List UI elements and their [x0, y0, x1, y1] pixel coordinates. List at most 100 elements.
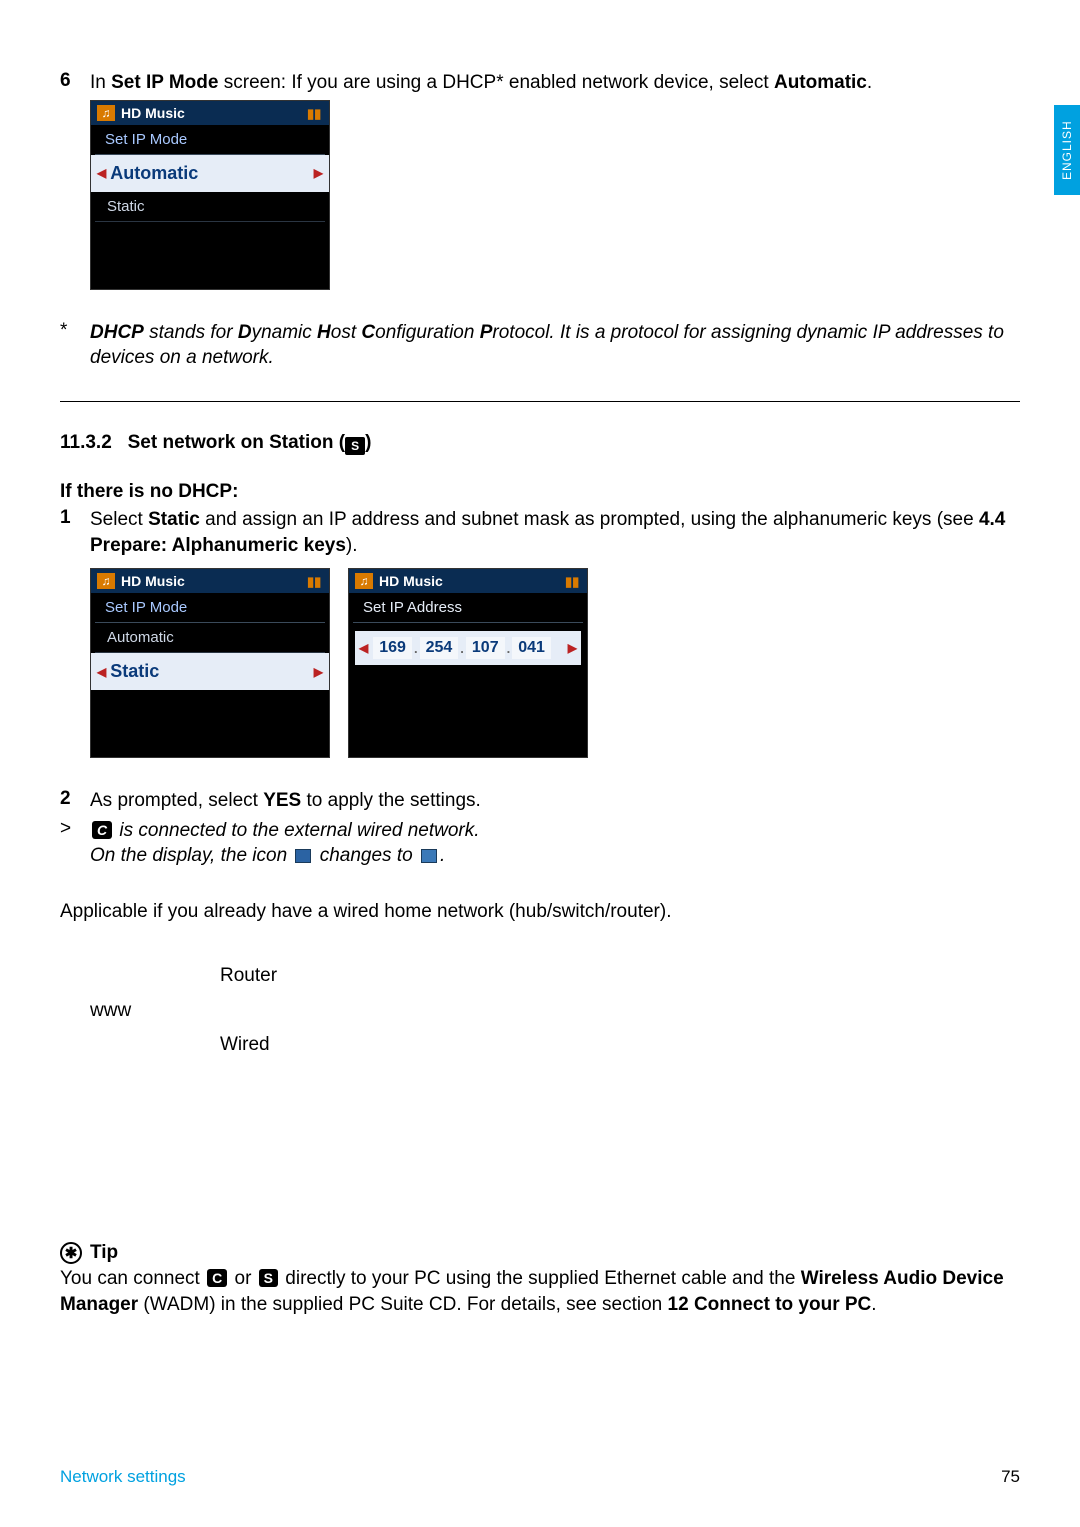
text: You can connect	[60, 1268, 205, 1289]
result-row: > C is connected to the external wired n…	[60, 818, 1020, 869]
screen-name: Set IP Mode	[111, 72, 218, 93]
ip-entry-row: ◀ 169. 254. 107. 041 ▶	[355, 631, 581, 665]
ip-octet-4: 041	[512, 637, 551, 659]
triangle-left-icon: ◀	[359, 641, 368, 655]
result-text: C is connected to the external wired net…	[90, 818, 1020, 869]
result-mark: >	[60, 818, 90, 869]
selected-label: Static	[110, 661, 159, 682]
step-1: 1 Select Static and assign an IP address…	[60, 507, 1020, 558]
step-number: 6	[60, 70, 90, 92]
text: ynamic	[252, 322, 317, 343]
text: C	[361, 322, 375, 343]
section-heading: 11.3.2 Set network on Station (S)	[60, 432, 1020, 455]
page-footer: Network settings 75	[60, 1467, 1020, 1487]
station-badge-icon: S	[259, 1269, 278, 1287]
text: onfiguration	[375, 322, 480, 343]
triangle-left-icon: ◀	[97, 166, 106, 180]
header-title: HD Music	[379, 573, 443, 589]
triangle-right-icon: ▶	[568, 641, 577, 655]
step-text: Select Static and assign an IP address a…	[90, 507, 1020, 558]
footer-section: Network settings	[60, 1467, 186, 1487]
step-number: 1	[60, 507, 90, 529]
footnote-text: DHCP stands for Dynamic Host Configurati…	[90, 320, 1020, 371]
footnote-mark: *	[60, 320, 90, 371]
device-header: ♫ HD Music ▮▮	[91, 101, 329, 125]
header-title: HD Music	[121, 105, 185, 121]
text: 12 Connect to your PC	[668, 1294, 872, 1315]
text: (WADM) in the supplied PC Suite CD. For …	[138, 1294, 667, 1315]
text: changes to	[314, 845, 418, 866]
step-text: In Set IP Mode screen: If you are using …	[90, 70, 1020, 96]
tip-icon: ✱	[60, 1242, 82, 1264]
device-header: ♫ HD Music ▮▮	[91, 569, 329, 593]
text: .	[867, 72, 872, 93]
triangle-right-icon: ▶	[314, 166, 323, 180]
dot: .	[460, 641, 464, 656]
network-diagram-labels: Router www Wired	[90, 959, 1020, 1062]
text: )	[365, 432, 371, 453]
device-screen-set-ip-mode-automatic: ♫ HD Music ▮▮ Set IP Mode ◀ Automatic ▶ …	[90, 100, 330, 290]
ip-octet-1: 169	[373, 637, 412, 659]
triangle-left-icon: ◀	[97, 665, 106, 679]
text: H	[317, 322, 331, 343]
music-icon: ♫	[355, 573, 373, 589]
tip-heading: ✱ Tip	[60, 1242, 1020, 1264]
signal-icon: ▮▮	[307, 574, 323, 588]
triangle-right-icon: ▶	[314, 665, 323, 679]
text: ost	[331, 322, 362, 343]
text: In	[90, 72, 111, 93]
tip-body: You can connect C or S directly to your …	[60, 1266, 1020, 1317]
music-icon: ♫	[97, 573, 115, 589]
ip-octet-3: 107	[466, 637, 505, 659]
action-word: Automatic	[774, 72, 867, 93]
signal-icon: ▮▮	[565, 574, 581, 588]
sub-heading-no-dhcp: If there is no DHCP:	[60, 481, 1020, 503]
menu-item-automatic: Automatic	[95, 623, 325, 653]
station-badge-icon: S	[345, 437, 365, 455]
text: is connected to the external wired netwo…	[114, 820, 479, 841]
menu-title: Set IP Address	[353, 593, 583, 623]
text: P	[480, 322, 493, 343]
text: As prompted, select	[90, 790, 263, 811]
text: ).	[346, 535, 358, 556]
screens-row: ♫ HD Music ▮▮ Set IP Mode Automatic ◀ St…	[60, 564, 1020, 758]
device-screen-set-ip-mode-static: ♫ HD Music ▮▮ Set IP Mode Automatic ◀ St…	[90, 568, 330, 758]
router-label: Router	[220, 959, 1020, 993]
header-title: HD Music	[121, 573, 185, 589]
language-tab: ENGLISH	[1054, 105, 1080, 195]
text: On the display, the icon	[90, 845, 292, 866]
section-number: 11.3.2	[60, 432, 112, 453]
step-6: 6 In Set IP Mode screen: If you are usin…	[60, 70, 1020, 96]
music-icon: ♫	[97, 105, 115, 121]
text: .	[440, 845, 445, 866]
step-text: As prompted, select YES to apply the set…	[90, 788, 1020, 814]
footnote-dhcp: * DHCP stands for Dynamic Host Configura…	[60, 320, 1020, 371]
device-screen-set-ip-address: ♫ HD Music ▮▮ Set IP Address ◀ 169. 254.…	[348, 568, 588, 758]
text: Static	[148, 509, 200, 530]
dot: .	[414, 641, 418, 656]
page-number: 75	[1001, 1467, 1020, 1487]
wired-label: Wired	[220, 1028, 1020, 1062]
text: directly to your PC using the supplied E…	[280, 1268, 801, 1289]
text: or	[229, 1268, 256, 1289]
signal-after-icon	[421, 849, 437, 863]
text: .	[871, 1294, 876, 1315]
menu-selected-static: ◀ Static ▶	[91, 653, 329, 690]
text: screen: If you are using a DHCP* enabled…	[218, 72, 774, 93]
signal-before-icon	[295, 849, 311, 863]
applicable-note: Applicable if you already have a wired h…	[60, 895, 1020, 929]
divider	[60, 401, 1020, 402]
text: YES	[263, 790, 301, 811]
text: and assign an IP address and subnet mask…	[200, 509, 979, 530]
text: Select	[90, 509, 148, 530]
selected-label: Automatic	[110, 163, 198, 184]
text: to apply the settings.	[301, 790, 481, 811]
menu-title: Set IP Mode	[95, 125, 325, 155]
menu-title: Set IP Mode	[95, 593, 325, 623]
www-label: www	[90, 994, 220, 1028]
signal-icon: ▮▮	[307, 106, 323, 120]
menu-item-static: Static	[95, 192, 325, 222]
menu-selected-automatic: ◀ Automatic ▶	[91, 155, 329, 192]
center-badge-icon: C	[207, 1269, 227, 1287]
dot: .	[507, 641, 511, 656]
